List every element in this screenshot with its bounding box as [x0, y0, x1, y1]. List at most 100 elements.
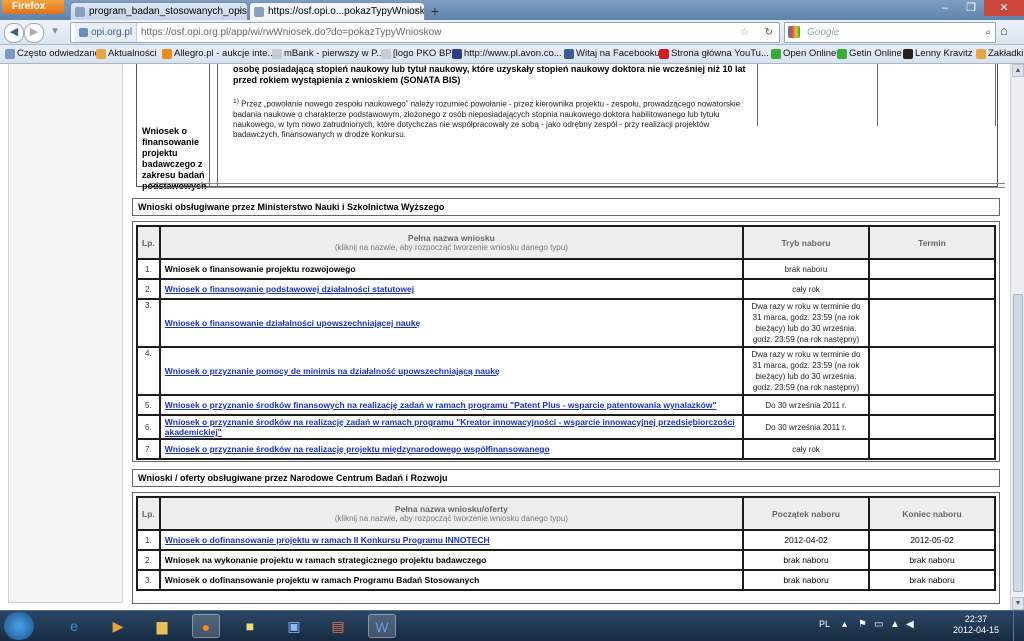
language-indicator[interactable]: PL [819, 619, 830, 629]
row-number: 2. [136, 549, 161, 571]
application-link[interactable]: Wniosek o finansowanie działalności upow… [165, 318, 421, 328]
clock-date: 2012-04-15 [952, 625, 1000, 635]
bookmark-item[interactable]: Witaj na Facebooku! [563, 45, 663, 63]
column-name: Pełna nazwa wniosku (kliknij na nazwie, … [158, 225, 745, 260]
minimize-button[interactable]: – [932, 0, 958, 16]
home-icon[interactable]: ⌂ [1000, 23, 1008, 38]
bookmark-item[interactable]: Lenny Kravitz [902, 45, 973, 63]
site-identity[interactable]: opi.org.pl [75, 23, 138, 42]
tab-close-icon[interactable]: × [237, 3, 243, 20]
table-row: 1. Wniosek o finansowanie projektu rozwo… [136, 258, 996, 280]
recruitment-mode: Do 30 września 2011 r. [742, 394, 870, 416]
clock[interactable]: 22:37 2012-04-15 [946, 614, 1006, 636]
network-icon[interactable]: ▲ [890, 619, 900, 630]
table-header-row: Lp. Pełna nazwa wniosku/oferty (kliknij … [136, 496, 996, 531]
tab-close-icon[interactable]: × [414, 3, 420, 20]
application-link[interactable]: Wniosek o przyznanie pomocy de minimis n… [165, 366, 500, 376]
back-icon[interactable]: ◀ [4, 23, 24, 43]
title-bar: Firefox program_badan_stosowanych_opis_1… [0, 0, 1024, 20]
notes-icon[interactable]: ■ [236, 614, 264, 638]
recruitment-start: brak naboru [742, 549, 870, 571]
bookmark-item[interactable]: Aktualności [95, 45, 157, 63]
application-link[interactable]: Wniosek o przyznanie środków na realizac… [165, 444, 550, 454]
row-number: 7. [136, 438, 161, 460]
application-link[interactable]: Wniosek o przyznanie środków na realizac… [165, 417, 735, 437]
application-name: Wniosek o dofinansowanie projektu w rama… [158, 529, 745, 551]
column-name: Pełna nazwa wniosku/oferty (kliknij na n… [158, 496, 745, 531]
tab-title: program_badan_stosowanych_opis_1... [89, 6, 247, 17]
close-window-button[interactable]: ✕ [984, 0, 1024, 16]
deadline [868, 258, 996, 280]
application-name: Wniosek o dofinansowanie projektu w rama… [158, 569, 745, 591]
word-icon[interactable]: W [368, 614, 396, 638]
scroll-up-icon[interactable]: ▲ [1012, 64, 1024, 77]
firefox-icon[interactable]: ● [192, 614, 220, 638]
bookmark-item[interactable]: Getin Online [836, 45, 902, 63]
bookmark-star-icon[interactable]: ☆ [740, 23, 749, 42]
table-row: 3. Wniosek o finansowanie działalności u… [136, 298, 996, 348]
row-number: 6. [136, 414, 161, 440]
bookmark-item[interactable]: Często odwiedzane [4, 45, 100, 63]
internet-explorer-icon[interactable]: e [60, 614, 88, 638]
footnote-text: Przez „powołanie nowego zespołu naukoweg… [233, 99, 741, 139]
new-tab-button[interactable]: + [426, 3, 444, 19]
google-icon[interactable] [788, 26, 800, 38]
maximize-button[interactable]: ❐ [958, 0, 984, 16]
row-number: 1. [136, 258, 161, 280]
volume-icon[interactable]: ◀ [906, 619, 914, 630]
row-number: 3. [136, 569, 161, 591]
clock-time: 22:37 [964, 614, 988, 624]
column-start: Początek naboru [742, 496, 870, 531]
recruitment-mode: Do 30 września 2011 r. [742, 414, 870, 440]
bookmark-item[interactable]: http://www.pl.avon.co... [451, 45, 562, 63]
divider [995, 64, 996, 126]
folder-icon[interactable]: ▆ [148, 614, 176, 638]
deadline [868, 298, 996, 348]
application-name: Wniosek o przyznanie środków finansowych… [158, 394, 745, 416]
column-lp: Lp. [136, 225, 161, 260]
application-link[interactable]: Wniosek o dofinansowanie projektu w rama… [165, 535, 490, 545]
deadline [868, 414, 996, 440]
row-number: 4. [136, 346, 161, 396]
scroll-down-icon[interactable]: ▼ [1012, 597, 1024, 610]
application-link[interactable]: Wniosek o finansowanie podstawowej dział… [165, 284, 414, 294]
media-player-icon[interactable]: ▶ [104, 614, 132, 638]
bookmark-item[interactable]: Open Online [770, 45, 836, 63]
bookmark-item[interactable]: mBank - pierwszy w P... [271, 45, 384, 63]
application-link[interactable]: Wniosek o przyznanie środków finansowych… [165, 400, 717, 410]
history-dropdown-icon[interactable]: ▾ [46, 23, 64, 41]
page-icon [254, 7, 264, 17]
footnote: 1) Przez „powołanie nowego zespołu nauko… [233, 97, 753, 140]
column-name-hint: (kliknij na nazwie, aby rozpocząć tworze… [334, 514, 568, 523]
search-icon[interactable]: ⌕ [985, 23, 991, 42]
sonata-bis-section: osobę posiadającą stopień naukowy lub ty… [136, 64, 1005, 191]
column-name-hint: (kliknij na nazwie, aby rozpocząć tworze… [334, 243, 568, 252]
bookmark-item[interactable]: Allegro.pl - aukcje inte... [161, 45, 275, 63]
column-end: Koniec naboru [868, 496, 996, 531]
show-desktop-button[interactable] [1013, 611, 1024, 641]
search-input[interactable]: Google ⌕ [784, 22, 996, 43]
ncbr-table: Lp. Pełna nazwa wniosku/oferty (kliknij … [136, 496, 996, 591]
bookmarks-menu[interactable]: Zakładki [975, 45, 1023, 63]
bookmark-item[interactable]: [logo PKO BP] [380, 45, 454, 63]
deadline [868, 438, 996, 460]
firefox-menu-button[interactable]: Firefox [2, 0, 64, 14]
forward-icon[interactable]: ▶ [24, 23, 44, 43]
scrollbar-thumb[interactable] [1013, 294, 1023, 592]
tab-osf-opi[interactable]: https://osf.opi.o...pokazTypyWnioskow × [249, 2, 425, 20]
page-icon [75, 7, 85, 17]
presentation-icon[interactable]: ▤ [324, 614, 352, 638]
row-number: 5. [136, 394, 161, 416]
vertical-scrollbar[interactable]: ▲ ▼ [1010, 64, 1024, 610]
tab-program-badan[interactable]: program_badan_stosowanych_opis_1... × [70, 2, 248, 20]
bookmark-item[interactable]: Strona główna YouTu... [658, 45, 769, 63]
save-icon[interactable]: ▣ [280, 614, 308, 638]
url-bar[interactable]: opi.org.pl https://osf.opi.org.pl/app/wi… [70, 22, 780, 43]
tray-arrow-icon[interactable]: ▴ [842, 619, 847, 630]
search-placeholder: Google [807, 27, 840, 38]
reload-icon[interactable]: ↻ [765, 23, 773, 42]
recruitment-mode: cały rok [742, 278, 870, 300]
battery-icon[interactable]: ▭ [874, 619, 883, 630]
flag-icon[interactable]: ⚑ [858, 619, 867, 630]
start-button[interactable] [4, 612, 34, 640]
